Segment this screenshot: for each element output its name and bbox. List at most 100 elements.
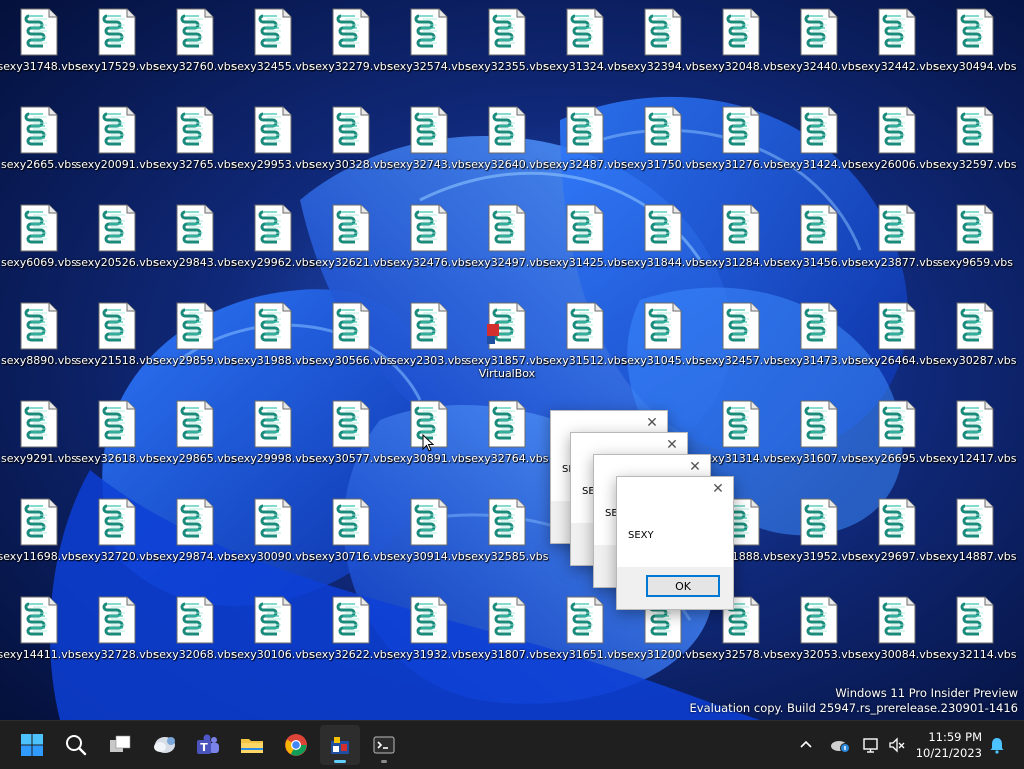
desktop-file-icon[interactable]: sexy31748.vbs xyxy=(0,2,81,92)
desktop-file-icon[interactable]: sexy32394.vbs xyxy=(621,2,705,92)
desktop-file-icon[interactable]: sexy9659.vbs xyxy=(936,198,1014,288)
desktop-file-icon[interactable]: sexy17529.vbs xyxy=(75,2,159,92)
desktop-file-icon[interactable]: sexy32728.vbs xyxy=(75,590,159,680)
desktop-file-icon[interactable]: sexy32764.vbs xyxy=(465,394,549,484)
desktop[interactable]: sexy31748.vbs sexy17529.vbs sexy32760.vbs s… xyxy=(0,0,1024,720)
desktop-file-icon[interactable]: sexy31952.vbs xyxy=(777,492,861,582)
desktop-file-icon[interactable]: sexy23877.vbs xyxy=(855,198,939,288)
desktop-file-icon[interactable]: sexy32457.vbs xyxy=(699,296,783,386)
desktop-file-icon[interactable]: sexy30084.vbs xyxy=(855,590,939,680)
desktop-file-icon[interactable]: sexy8890.vbs xyxy=(0,296,78,386)
desktop-file-icon[interactable]: sexy32743.vbs xyxy=(387,100,471,190)
desktop-file-icon[interactable]: sexy30494.vbs xyxy=(933,2,1017,92)
desktop-file-icon[interactable]: sexy31425.vbs xyxy=(543,198,627,288)
desktop-file-icon[interactable]: sexy32765.vbs xyxy=(153,100,237,190)
desktop-file-icon[interactable]: sexy32574.vbs xyxy=(387,2,471,92)
desktop-file-icon[interactable]: sexy26006.vbs xyxy=(855,100,939,190)
desktop-file-icon[interactable]: sexy31651.vbs xyxy=(543,590,627,680)
desktop-file-icon[interactable]: sexy31424.vbs xyxy=(777,100,861,190)
desktop-file-icon[interactable]: sexy26695.vbs xyxy=(855,394,939,484)
desktop-file-icon[interactable]: sexy30287.vbs xyxy=(933,296,1017,386)
terminal-button[interactable] xyxy=(364,725,404,765)
desktop-file-icon[interactable]: sexy32720.vbs xyxy=(75,492,159,582)
desktop-file-icon[interactable]: sexy32048.vbs xyxy=(699,2,783,92)
desktop-file-icon[interactable]: sexy2303.vbs xyxy=(390,296,468,386)
desktop-file-icon[interactable]: sexy30566.vbs xyxy=(309,296,393,386)
message-box-4[interactable]: ✕ SEXY OK xyxy=(616,476,734,610)
close-icon[interactable]: ✕ xyxy=(686,458,704,476)
ok-button[interactable]: OK xyxy=(646,575,720,597)
desktop-file-icon[interactable]: sexy32622.vbs xyxy=(309,590,393,680)
desktop-file-icon[interactable]: sexy31512.vbs xyxy=(543,296,627,386)
desktop-file-icon[interactable]: sexy30577.vbs xyxy=(309,394,393,484)
task-view-button[interactable] xyxy=(100,725,140,765)
desktop-file-icon[interactable]: sexy26464.vbs xyxy=(855,296,939,386)
desktop-file-icon[interactable]: sexy32597.vbs xyxy=(933,100,1017,190)
desktop-file-icon[interactable]: sexy29843.vbs xyxy=(153,198,237,288)
desktop-file-icon[interactable]: sexy12417.vbs xyxy=(933,394,1017,484)
desktop-file-icon[interactable]: sexy30090.vbs xyxy=(231,492,315,582)
desktop-file-icon[interactable]: sexy9291.vbs xyxy=(0,394,78,484)
desktop-file-icon[interactable]: sexy31932.vbs xyxy=(387,590,471,680)
desktop-file-icon[interactable]: sexy30914.vbs xyxy=(387,492,471,582)
chrome-button[interactable] xyxy=(276,725,316,765)
desktop-file-icon[interactable]: sexy29865.vbs xyxy=(153,394,237,484)
teams-button[interactable]: T xyxy=(188,725,228,765)
close-icon[interactable]: ✕ xyxy=(663,436,681,454)
desktop-file-icon[interactable]: sexy29953.vbs xyxy=(231,100,315,190)
volume-tray-button[interactable] xyxy=(886,721,908,769)
desktop-file-icon[interactable]: sexy29998.vbs xyxy=(231,394,315,484)
desktop-file-icon[interactable]: sexy32487.vbs xyxy=(543,100,627,190)
desktop-file-icon[interactable]: sexy6069.vbs xyxy=(0,198,78,288)
desktop-file-icon[interactable]: sexy32640.vbs xyxy=(465,100,549,190)
desktop-file-icon[interactable]: sexy32440.vbs xyxy=(777,2,861,92)
desktop-file-icon[interactable]: sexy32114.vbs xyxy=(933,590,1017,680)
desktop-file-icon[interactable]: sexy31045.vbs xyxy=(621,296,705,386)
virtualbox-taskbar-button[interactable] xyxy=(320,725,360,765)
desktop-file-icon[interactable]: sexy2665.vbs xyxy=(0,100,78,190)
desktop-file-icon[interactable]: sexy32053.vbs xyxy=(777,590,861,680)
desktop-file-icon[interactable]: sexy30328.vbs xyxy=(309,100,393,190)
desktop-file-icon[interactable]: sexy31276.vbs xyxy=(699,100,783,190)
desktop-file-icon[interactable]: sexy32455.vbs xyxy=(231,2,315,92)
desktop-file-icon[interactable]: sexy20526.vbs xyxy=(75,198,159,288)
desktop-file-icon[interactable]: sexy20091.vbs xyxy=(75,100,159,190)
desktop-file-icon[interactable]: sexy31750.vbs xyxy=(621,100,705,190)
desktop-file-icon[interactable]: sexy31314.vbs xyxy=(699,394,783,484)
desktop-file-icon[interactable]: sexy29697.vbs xyxy=(855,492,939,582)
desktop-file-icon[interactable]: sexy32497.vbs xyxy=(465,198,549,288)
desktop-file-icon[interactable]: sexy14887.vbs xyxy=(933,492,1017,582)
desktop-file-icon[interactable]: sexy31284.vbs xyxy=(699,198,783,288)
desktop-file-icon[interactable]: sexy31324.vbs xyxy=(543,2,627,92)
desktop-file-icon[interactable]: sexy31857.vbs VirtualBox xyxy=(465,296,549,386)
desktop-file-icon[interactable]: sexy32760.vbs xyxy=(153,2,237,92)
desktop-file-icon[interactable]: sexy31807.vbs xyxy=(465,590,549,680)
close-icon[interactable]: ✕ xyxy=(643,414,661,432)
desktop-file-icon[interactable]: sexy29874.vbs xyxy=(153,492,237,582)
desktop-file-icon[interactable]: sexy32621.vbs xyxy=(309,198,393,288)
desktop-file-icon[interactable]: sexy32355.vbs xyxy=(465,2,549,92)
widgets-button[interactable] xyxy=(144,725,184,765)
onedrive-tray-button[interactable] xyxy=(826,721,854,769)
desktop-file-icon[interactable]: sexy30106.vbs xyxy=(231,590,315,680)
desktop-file-icon[interactable]: sexy32279.vbs xyxy=(309,2,393,92)
desktop-file-icon[interactable]: sexy32068.vbs xyxy=(153,590,237,680)
desktop-file-icon[interactable]: sexy21518.vbs xyxy=(75,296,159,386)
clock[interactable]: 11:59 PM 10/21/2023 xyxy=(916,729,982,761)
desktop-file-icon[interactable]: sexy32585.vbs xyxy=(465,492,549,582)
desktop-file-icon[interactable]: sexy14411.vbs xyxy=(0,590,81,680)
desktop-file-icon[interactable]: sexy29962.vbs xyxy=(231,198,315,288)
message-box-titlebar[interactable]: ✕ xyxy=(617,477,733,503)
desktop-file-icon[interactable]: sexy31988.vbs xyxy=(231,296,315,386)
desktop-file-icon[interactable]: sexy30716.vbs xyxy=(309,492,393,582)
notifications-button[interactable] xyxy=(986,721,1008,769)
file-explorer-button[interactable] xyxy=(232,725,272,765)
desktop-file-icon[interactable]: sexy32476.vbs xyxy=(387,198,471,288)
desktop-file-icon[interactable]: sexy32618.vbs xyxy=(75,394,159,484)
desktop-file-icon[interactable]: sexy31607.vbs xyxy=(777,394,861,484)
show-hidden-icons-button[interactable] xyxy=(794,721,818,769)
desktop-file-icon[interactable]: sexy29859.vbs xyxy=(153,296,237,386)
close-icon[interactable]: ✕ xyxy=(709,480,727,498)
network-tray-button[interactable] xyxy=(860,721,882,769)
desktop-file-icon[interactable]: sexy32442.vbs xyxy=(855,2,939,92)
